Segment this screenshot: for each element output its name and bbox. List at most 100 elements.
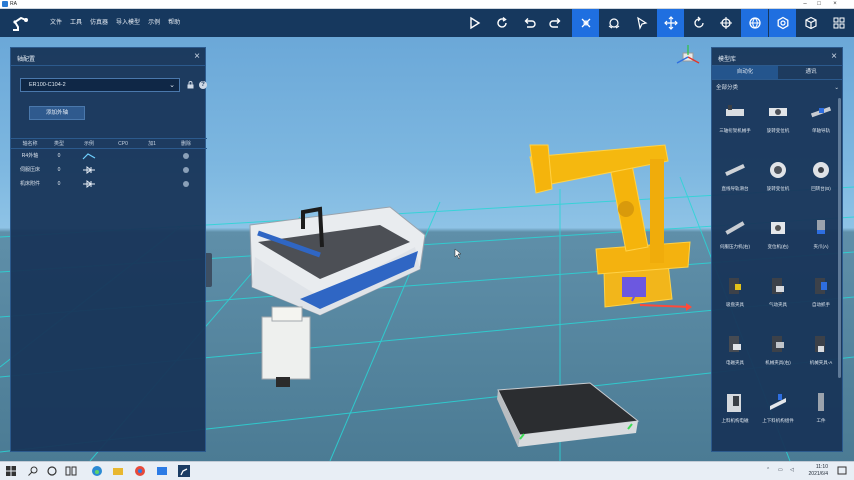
select-pointer-icon[interactable] bbox=[572, 9, 599, 37]
photos-icon[interactable] bbox=[156, 465, 168, 477]
maximize-icon[interactable]: □ bbox=[812, 0, 826, 9]
box-icon[interactable] bbox=[797, 9, 824, 37]
move-icon[interactable] bbox=[657, 9, 684, 37]
axis-gizmo-icon[interactable] bbox=[674, 43, 702, 73]
diode-icon bbox=[69, 177, 109, 191]
model-item[interactable]: 变位机(右) bbox=[757, 212, 799, 272]
model-item[interactable]: 回转台(B) bbox=[800, 154, 842, 214]
add-axis-button[interactable]: 添加外轴 bbox=[29, 106, 85, 120]
menu-import-model[interactable]: 导入模型 bbox=[112, 9, 144, 37]
menu-examples[interactable]: 示例 bbox=[144, 9, 164, 37]
model-item[interactable]: 机械夹具-A bbox=[800, 328, 842, 388]
clock[interactable]: 11:10 2021/6/4 bbox=[809, 464, 828, 478]
gear-icon[interactable] bbox=[769, 9, 796, 37]
help-icon[interactable]: ? bbox=[199, 81, 207, 89]
edge-browser-icon[interactable] bbox=[91, 465, 103, 477]
delete-icon[interactable] bbox=[183, 167, 189, 173]
axis-type: 0 bbox=[57, 153, 61, 159]
model-item[interactable]: 直线导轨滑台 bbox=[714, 154, 756, 214]
menu-tools[interactable]: 工具 bbox=[66, 9, 86, 37]
model-item-label: 机械夹具-A bbox=[809, 360, 833, 365]
model-item-label: 夹爪(A) bbox=[813, 244, 829, 249]
delete-icon[interactable] bbox=[183, 181, 189, 187]
model-item[interactable]: 工件 bbox=[800, 386, 842, 446]
model-item[interactable]: 三轴桁架机械手 bbox=[714, 96, 756, 156]
tray-up-icon[interactable]: ⌃ bbox=[766, 467, 770, 473]
target-icon[interactable] bbox=[712, 9, 739, 37]
model-item-label: 工件 bbox=[816, 418, 826, 423]
rotate-icon[interactable] bbox=[685, 9, 712, 37]
model-item[interactable]: 吸盘夹具 bbox=[714, 270, 756, 330]
close-icon[interactable]: × bbox=[194, 51, 200, 63]
tab-automation[interactable]: 自动化 bbox=[712, 66, 778, 79]
model-item[interactable]: 旋转变位机 bbox=[757, 154, 799, 214]
bent-arrow-icon bbox=[69, 149, 109, 163]
model-item[interactable]: 上料机构电磁 bbox=[714, 386, 756, 446]
industrial-robot-model[interactable] bbox=[529, 144, 692, 311]
model-item[interactable]: 上下料机构组件 bbox=[757, 386, 799, 446]
menu-simulator[interactable]: 仿真器 bbox=[86, 9, 112, 37]
minimize-icon[interactable]: – bbox=[798, 0, 812, 9]
close-icon[interactable]: × bbox=[831, 51, 837, 63]
robot-app-taskbar-icon[interactable] bbox=[178, 465, 190, 477]
file-explorer-icon[interactable] bbox=[112, 465, 124, 477]
model-item-label: 吸盘夹具 bbox=[726, 302, 744, 307]
main-toolbar: 文件 工具 仿真器 导入模型 示例 帮助 bbox=[0, 9, 854, 37]
cortana-icon[interactable] bbox=[46, 465, 58, 477]
clock-date: 2021/6/4 bbox=[808, 471, 828, 477]
task-view-icon[interactable] bbox=[65, 465, 77, 477]
play-icon[interactable] bbox=[461, 9, 488, 37]
model-item[interactable]: 夹爪(A) bbox=[800, 212, 842, 272]
model-item[interactable]: 气动夹具 bbox=[757, 270, 799, 330]
table-row[interactable]: 伺服压床 0 bbox=[11, 163, 207, 177]
os-title-bar: RA – □ × bbox=[0, 0, 854, 9]
table-row[interactable]: R4外轴 0 bbox=[11, 149, 207, 163]
notification-icon[interactable] bbox=[836, 465, 848, 477]
search-icon[interactable] bbox=[27, 465, 39, 477]
model-item[interactable]: 自动抓手 bbox=[800, 270, 842, 330]
delete-icon[interactable] bbox=[183, 153, 189, 159]
menu-file[interactable]: 文件 bbox=[46, 9, 66, 37]
category-select[interactable]: 全部分类 ⌄ bbox=[712, 83, 842, 93]
model-item[interactable]: 电磁夹具 bbox=[714, 328, 756, 388]
windows-start-icon[interactable] bbox=[5, 465, 17, 477]
category-label: 全部分类 bbox=[716, 85, 739, 91]
refresh-icon[interactable] bbox=[488, 9, 515, 37]
model-item[interactable]: 伺服压力机(右) bbox=[714, 212, 756, 272]
model-item-label: 上料机构电磁 bbox=[721, 418, 749, 423]
diode-icon bbox=[69, 163, 109, 177]
model-item-label: 机械夹具(右) bbox=[765, 360, 791, 365]
laser-cutter-model[interactable] bbox=[249, 206, 426, 387]
menu-help[interactable]: 帮助 bbox=[164, 9, 184, 37]
conveyor-model[interactable] bbox=[497, 382, 640, 447]
close-icon[interactable]: × bbox=[828, 0, 842, 9]
table-header: 轴名称 类型 示例 CP0 加1 删除 bbox=[11, 138, 207, 149]
os-taskbar: ⌃ ▭ ◁ 11:10 2021/6/4 bbox=[0, 461, 854, 480]
lock-icon[interactable] bbox=[187, 81, 194, 89]
model-item[interactable]: 旋转变位机 bbox=[757, 96, 799, 156]
cursor-icon[interactable] bbox=[628, 9, 655, 37]
panel-title: 模型库 bbox=[718, 57, 737, 63]
teach-icon[interactable] bbox=[600, 9, 627, 37]
undo-icon[interactable] bbox=[515, 9, 542, 37]
network-icon[interactable]: ▭ bbox=[778, 467, 783, 473]
column-header: 加1 bbox=[148, 141, 156, 147]
table-row[interactable]: 机床附件 0 bbox=[11, 177, 207, 191]
model-item-label: 旋转变位机 bbox=[766, 128, 790, 133]
robot-select-value: ER100-C104-2 bbox=[29, 82, 66, 88]
model-item-label: 自动抓手 bbox=[812, 302, 830, 307]
apps-icon[interactable] bbox=[825, 9, 852, 37]
model-item[interactable]: 机械夹具(右) bbox=[757, 328, 799, 388]
chrome-icon[interactable] bbox=[134, 465, 146, 477]
volume-icon[interactable]: ◁ bbox=[790, 467, 794, 473]
model-item[interactable]: 单轴导轨 bbox=[800, 96, 842, 156]
panel-collapse-handle[interactable] bbox=[206, 253, 212, 287]
globe-icon[interactable] bbox=[741, 9, 768, 37]
redo-icon[interactable] bbox=[542, 9, 569, 37]
menu-bar: 文件 工具 仿真器 导入模型 示例 帮助 bbox=[46, 9, 184, 37]
model-item-label: 回转台(B) bbox=[811, 186, 831, 191]
robot-select[interactable]: ER100-C104-2 ⌄ bbox=[20, 78, 180, 92]
tab-communication[interactable]: 通讯 bbox=[778, 66, 842, 79]
column-header: 示例 bbox=[83, 141, 94, 147]
scrollbar[interactable] bbox=[838, 98, 841, 378]
